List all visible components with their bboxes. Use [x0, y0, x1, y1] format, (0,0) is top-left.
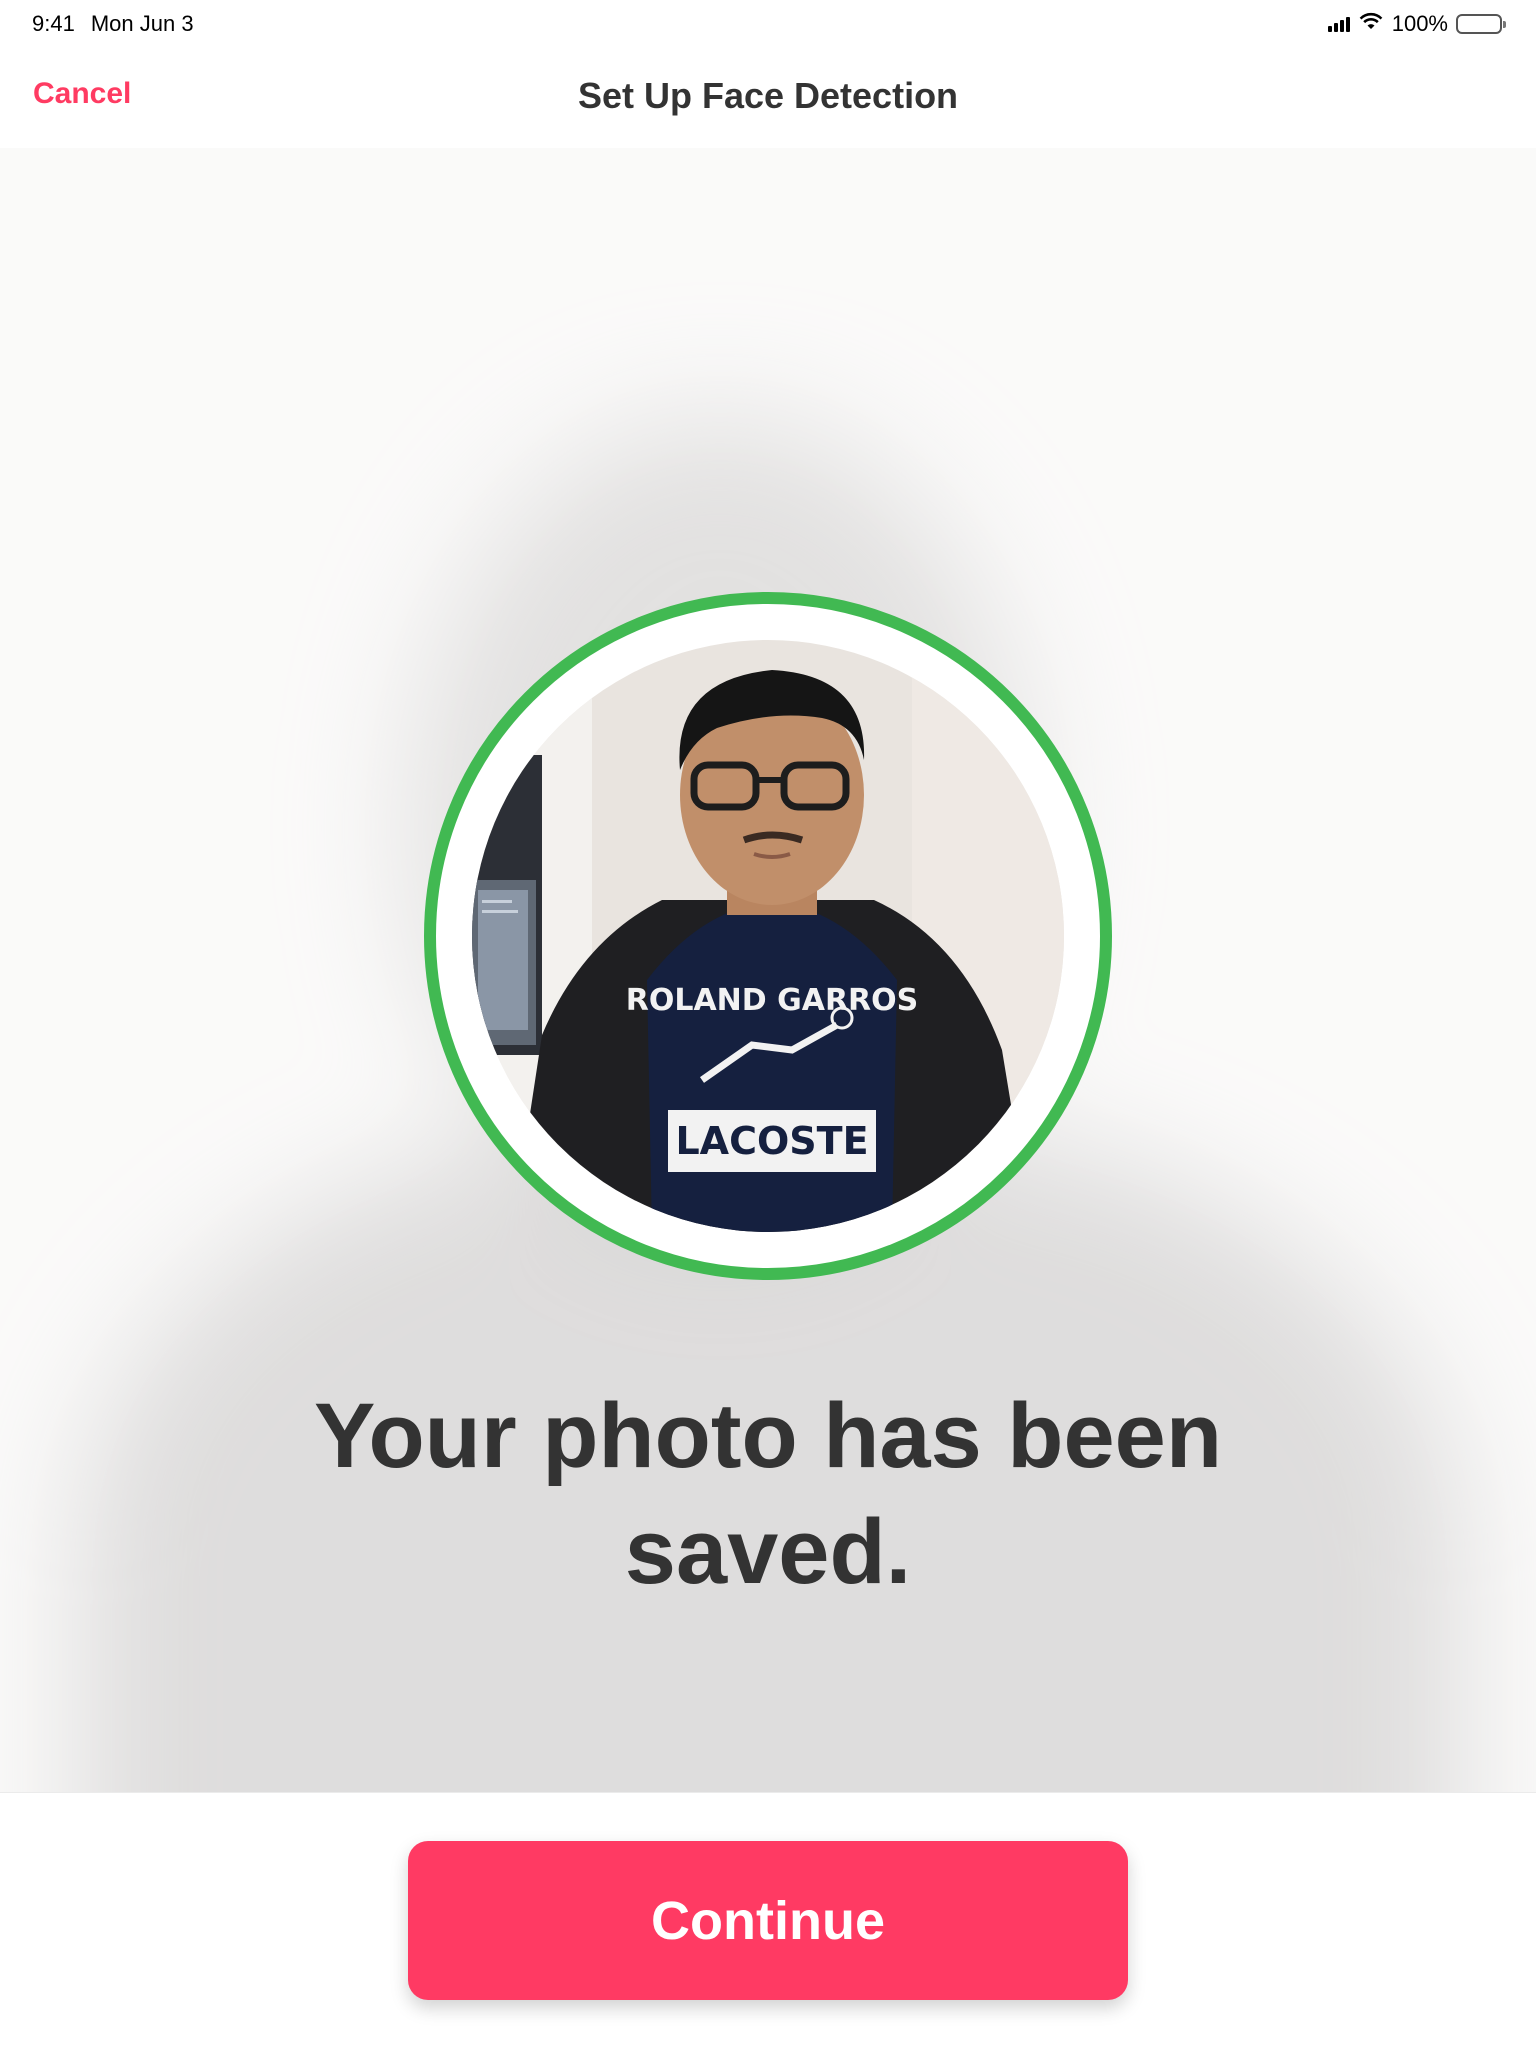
status-right: 100% [1327, 11, 1506, 37]
shirt-text-top: ROLAND GARROS [626, 983, 919, 1018]
page-title: Set Up Face Detection [577, 75, 959, 116]
status-bar: 9:41 Mon Jun 3 100% [0, 0, 1536, 48]
status-date: Mon Jun 3 [90, 11, 194, 36]
navigation-bar: Cancel Set Up Face Detection [0, 48, 1536, 148]
continue-button[interactable]: Continue [408, 1841, 1128, 2000]
saved-face-photo: ROLAND GARROS LACOSTE [472, 640, 1064, 1232]
status-time: 9:41 [32, 11, 75, 36]
bottom-action-area: Continue [0, 1792, 1536, 2048]
status-left: 9:41 Mon Jun 3 [32, 11, 194, 37]
battery-icon [1456, 14, 1506, 34]
cellular-signal-icon [1327, 16, 1350, 32]
face-detection-saved-screen: 9:41 Mon Jun 3 100% Cancel Set Up Face D… [0, 0, 1536, 2048]
camera-preview-area: ROLAND GARROS LACOSTE Your photo has bee… [0, 148, 1536, 1792]
saved-photo-ring: ROLAND GARROS LACOSTE [424, 592, 1112, 1280]
shirt-text-bottom: LACOSTE [675, 1119, 868, 1163]
battery-percent: 100% [1391, 11, 1448, 36]
confirmation-headline: Your photo has been saved. [313, 1385, 1223, 1603]
wifi-icon [1358, 11, 1384, 37]
